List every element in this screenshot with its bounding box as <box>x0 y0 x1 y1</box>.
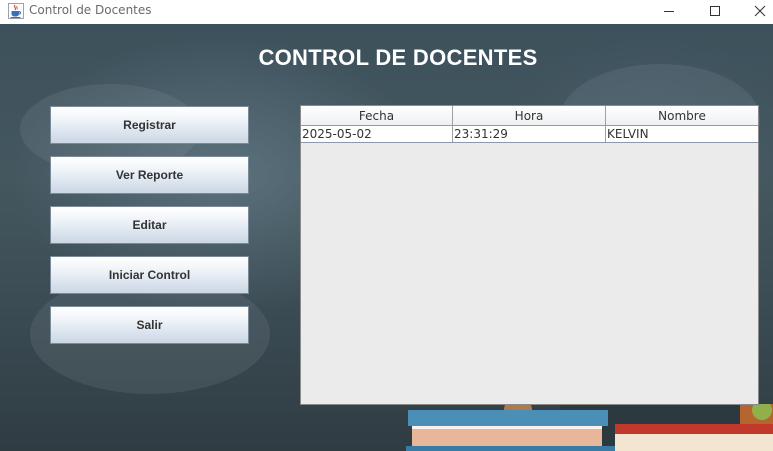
close-button[interactable] <box>737 0 773 22</box>
maximize-icon <box>710 6 720 16</box>
cell-fecha[interactable]: 2025-05-02 <box>301 126 453 142</box>
table-header: Fecha Hora Nombre <box>301 106 758 126</box>
java-cup-icon <box>8 3 24 19</box>
main-window: Control de Docentes CONTROL DE DOCENTES … <box>0 0 773 451</box>
window-title: Control de Docentes <box>29 3 152 17</box>
minimize-icon <box>664 11 674 12</box>
cell-nombre[interactable]: KELVIN <box>606 126 758 142</box>
table-row[interactable]: 2025-05-02 23:31:29 KELVIN <box>301 126 758 143</box>
title-bar[interactable]: Control de Docentes <box>0 0 773 24</box>
content-panel: CONTROL DE DOCENTES Registrar Ver Report… <box>0 24 773 451</box>
close-icon <box>754 5 766 17</box>
column-header-nombre[interactable]: Nombre <box>606 106 758 125</box>
salir-button[interactable]: Salir <box>50 306 249 344</box>
iniciar-control-button[interactable]: Iniciar Control <box>50 256 249 294</box>
registrar-button[interactable]: Registrar <box>50 106 249 144</box>
books-illustration <box>406 404 773 451</box>
ver-reporte-button[interactable]: Ver Reporte <box>50 156 249 194</box>
page-title: CONTROL DE DOCENTES <box>258 45 538 70</box>
editar-button[interactable]: Editar <box>50 206 249 244</box>
attendance-table[interactable]: Fecha Hora Nombre 2025-05-02 23:31:29 KE… <box>300 105 759 405</box>
minimize-button[interactable] <box>646 0 692 22</box>
column-header-fecha[interactable]: Fecha <box>301 106 453 125</box>
cell-hora[interactable]: 23:31:29 <box>453 126 606 142</box>
maximize-button[interactable] <box>692 0 738 22</box>
column-header-hora[interactable]: Hora <box>453 106 606 125</box>
